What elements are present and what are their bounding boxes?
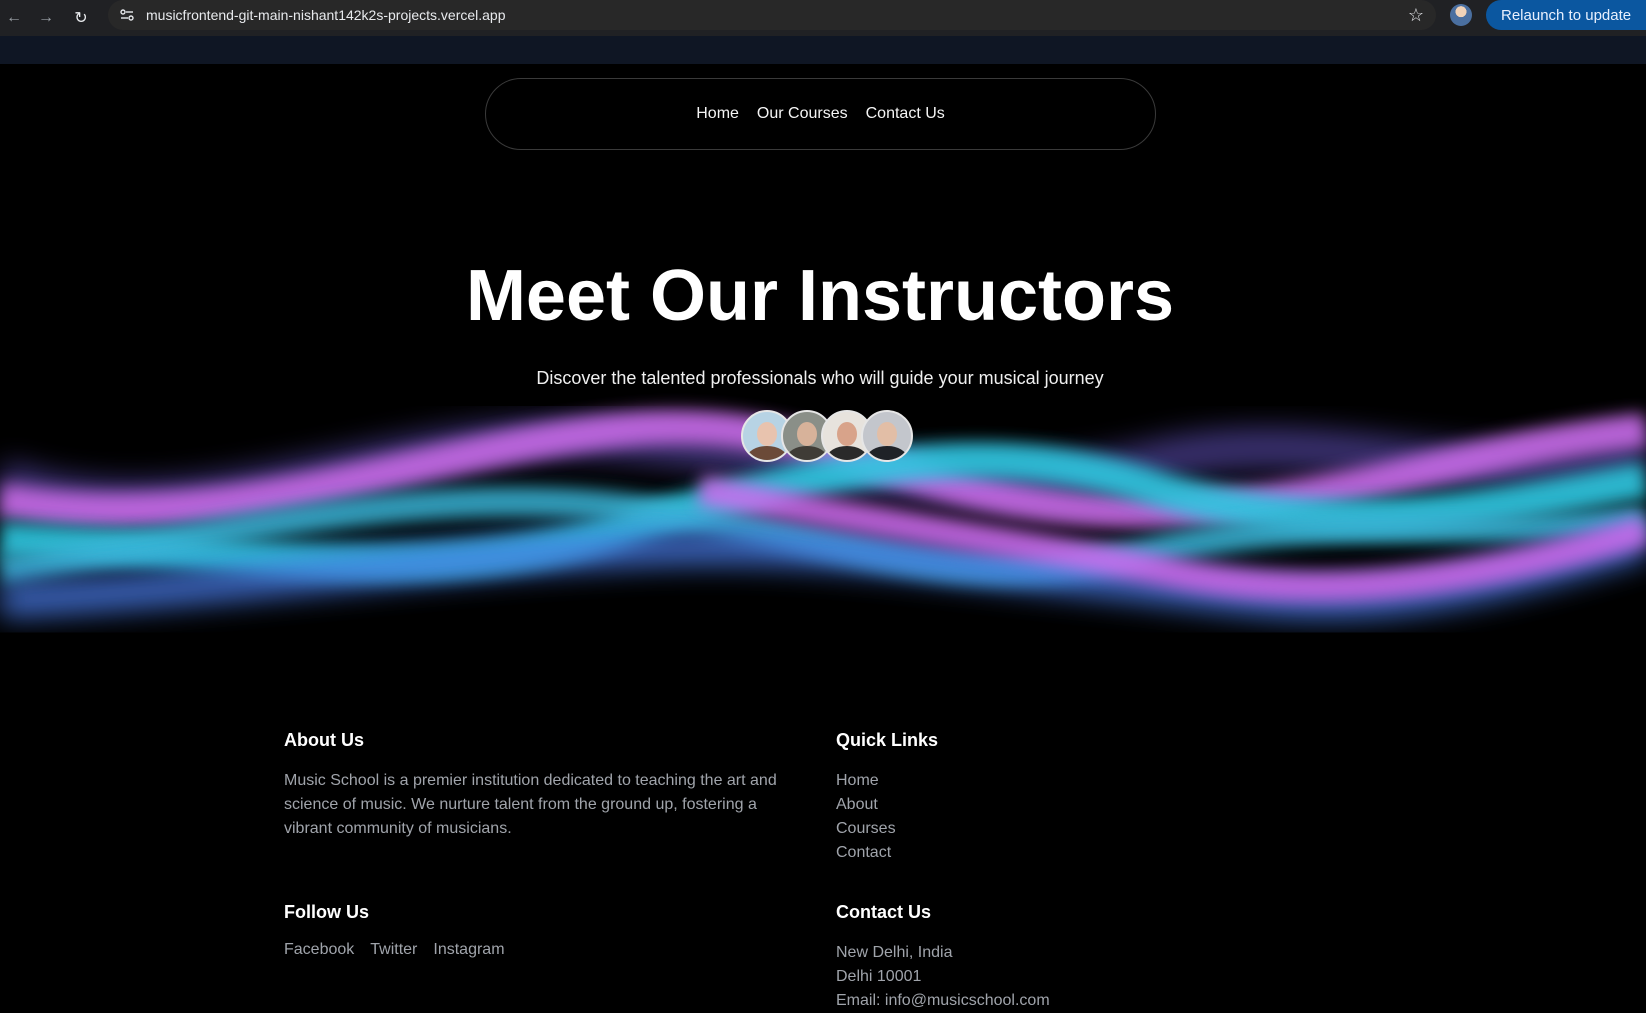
nav-contact-link[interactable]: Contact Us (865, 105, 946, 123)
about-section: About Us Music School is a premier insti… (284, 730, 784, 841)
contact-heading: Contact Us (836, 902, 932, 922)
follow-heading: Follow Us (284, 902, 369, 922)
about-heading: About Us (284, 730, 364, 750)
follow-section: Follow Us Facebook Twitter Instagram (284, 902, 784, 959)
instructor-avatars (741, 410, 913, 466)
facebook-link[interactable]: Facebook (284, 941, 354, 959)
nav-home-link[interactable]: Home (695, 105, 740, 123)
back-arrow-icon[interactable]: ← (0, 4, 28, 32)
main-nav: Home Our Courses Contact Us (485, 78, 1156, 150)
profile-avatar[interactable] (1450, 4, 1472, 26)
site-info-icon[interactable] (118, 6, 136, 24)
page-title: Meet Our Instructors (465, 256, 1175, 336)
quick-links-heading: Quick Links (836, 730, 939, 750)
about-text: Music School is a premier institution de… (284, 772, 777, 837)
page-top-band (0, 36, 1646, 64)
avatar[interactable] (861, 410, 913, 462)
forward-arrow-icon[interactable]: → (32, 4, 60, 32)
quick-link-contact[interactable]: Contact (836, 841, 1236, 865)
quick-link-about[interactable]: About (836, 793, 1236, 817)
address-bar[interactable]: musicfrontend-git-main-nishant142k2s-pro… (108, 0, 1436, 30)
twitter-link[interactable]: Twitter (370, 941, 417, 959)
contact-address-line: Delhi 10001 (836, 968, 922, 985)
instagram-link[interactable]: Instagram (433, 941, 504, 959)
relaunch-label: Relaunch to update (1501, 6, 1632, 24)
reload-icon[interactable]: ↻ (67, 4, 95, 32)
quick-links-section: Quick Links Home About Courses Contact (836, 730, 1236, 865)
browser-toolbar: ← → ↻ musicfrontend-git-main-nishant142k… (0, 0, 1646, 36)
relaunch-button[interactable]: Relaunch to update (1486, 0, 1646, 30)
quick-link-home[interactable]: Home (836, 769, 1236, 793)
page-subtitle: Discover the talented professionals who … (536, 368, 1104, 388)
nav-courses-link[interactable]: Our Courses (756, 105, 849, 123)
contact-address-line: New Delhi, India (836, 944, 953, 961)
quick-link-courses[interactable]: Courses (836, 817, 1236, 841)
contact-section: Contact Us New Delhi, India Delhi 10001 … (836, 902, 1236, 1013)
contact-email-line: Email: info@musicschool.com (836, 992, 1050, 1009)
bookmark-star-icon[interactable]: ☆ (1408, 5, 1424, 26)
url-text[interactable]: musicfrontend-git-main-nishant142k2s-pro… (146, 7, 506, 23)
